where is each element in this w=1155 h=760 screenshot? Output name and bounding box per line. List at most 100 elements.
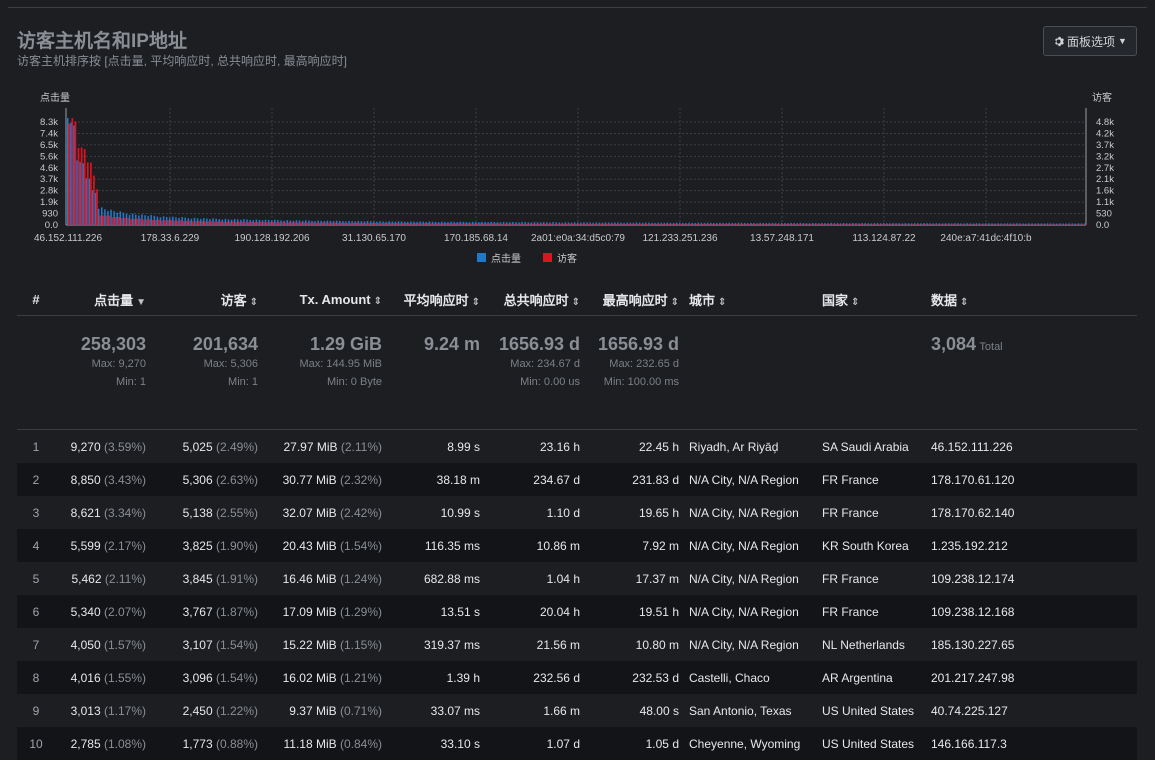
bar-hits xyxy=(147,216,149,225)
bar-hits xyxy=(382,221,384,225)
panel-options-button[interactable]: 面板选项 ▼ xyxy=(1043,26,1137,56)
bar-visitors xyxy=(124,218,126,225)
col-header-city[interactable]: 城市 ⇕ xyxy=(684,283,817,316)
bar-visitors xyxy=(133,218,135,225)
bar-hits xyxy=(988,223,990,225)
bar-hits xyxy=(1071,223,1074,225)
bar-hits xyxy=(521,221,523,225)
bar-visitors xyxy=(198,220,200,225)
row-max-time: 231.83 d xyxy=(585,463,684,496)
bar-visitors xyxy=(383,222,386,225)
table-row[interactable]: 2 8,850 (3.43%) 5,306 (2.63%) 30.77 MiB (2.… xyxy=(17,463,1137,496)
panel-options-label: 面板选项 xyxy=(1067,34,1116,49)
table-row[interactable]: 4 5,599 (2.17%) 3,825 (1.90%) 20.43 MiB (1.… xyxy=(17,529,1137,562)
bar-visitors xyxy=(494,223,497,225)
bar-visitors xyxy=(374,222,377,225)
bar-visitors xyxy=(562,223,565,225)
bar-hits xyxy=(373,221,375,225)
col-header-cum-time[interactable]: 总共响应时 ⇕ xyxy=(485,283,585,316)
bar-visitors xyxy=(275,222,278,225)
bar-hits xyxy=(858,223,860,225)
col-header-visitors[interactable]: 访客 ⇕ xyxy=(151,283,263,316)
table-row[interactable]: 8 4,016 (1.55%) 3,096 (1.54%) 16.02 MiB (1.… xyxy=(17,661,1137,694)
bar-visitors xyxy=(711,224,713,225)
bar-visitors xyxy=(995,224,998,225)
bar-hits xyxy=(308,220,310,225)
table-row[interactable]: 1 9,270 (3.59%) 5,025 (2.49%) 27.97 MiB (2.… xyxy=(17,430,1137,464)
bar-visitors xyxy=(210,221,213,225)
bar-visitors xyxy=(460,223,463,225)
table-header-row: # 点击量 ▼ 访客 ⇕ Tx. Amount ⇕ 平均响应时 ⇕ 总共响应时 ⇕ 最高响… xyxy=(17,283,1137,316)
bar-visitors xyxy=(729,224,732,225)
bar-visitors xyxy=(664,223,667,225)
table-row[interactable]: 7 4,050 (1.57%) 3,107 (1.54%) 15.22 MiB (1.… xyxy=(17,628,1137,661)
top-border xyxy=(8,7,1147,8)
bar-visitors xyxy=(96,189,98,225)
bar-hits xyxy=(233,218,236,225)
bar-visitors xyxy=(396,222,398,225)
bar-hits xyxy=(428,221,431,225)
bar-hits xyxy=(580,222,582,225)
bar-visitors xyxy=(402,223,404,225)
table-row[interactable]: 9 3,013 (1.17%) 2,450 (1.22%) 9.37 MiB (0.7… xyxy=(17,694,1137,727)
bar-visitors xyxy=(114,217,117,225)
bar-visitors xyxy=(899,224,902,225)
bar-hits xyxy=(125,213,128,225)
row-data: 46.152.111.226 xyxy=(931,439,1013,454)
left-tick-label: 3.7k xyxy=(40,174,58,185)
row-visitors: 5,306 (2.63%) xyxy=(151,463,263,496)
bar-hits xyxy=(237,219,239,225)
row-index: 2 xyxy=(17,463,55,496)
col-header-max-time[interactable]: 最高响应时 ⇕ xyxy=(585,283,684,316)
bar-hits xyxy=(666,222,669,225)
bar-visitors xyxy=(176,220,179,225)
bar-hits xyxy=(626,222,628,225)
row-city: N/A City, N/A Region xyxy=(689,505,799,520)
bar-visitors xyxy=(800,224,803,225)
bar-visitors xyxy=(164,220,166,225)
col-header-tx[interactable]: Tx. Amount ⇕ xyxy=(263,283,387,316)
table-row[interactable]: 6 5,340 (2.07%) 3,767 (1.87%) 17.09 MiB (1.… xyxy=(17,595,1137,628)
bar-visitors xyxy=(420,223,423,225)
bar-visitors xyxy=(992,224,995,225)
bar-visitors xyxy=(423,223,426,225)
bar-visitors xyxy=(1035,224,1038,225)
bar-visitors xyxy=(1014,224,1016,225)
col-header-avg-time[interactable]: 平均响应时 ⇕ xyxy=(387,283,485,316)
col-header-data[interactable]: 数据 ⇕ xyxy=(926,283,1137,316)
bar-hits xyxy=(935,223,938,225)
bar-hits xyxy=(895,223,897,225)
bar-hits xyxy=(403,221,406,225)
legend-item-visitors[interactable]: 访客 xyxy=(543,250,577,265)
col-header-country[interactable]: 国家 ⇕ xyxy=(817,283,926,316)
bar-hits xyxy=(645,222,647,225)
bar-visitors xyxy=(717,224,720,225)
summary-city xyxy=(684,315,817,430)
bar-hits xyxy=(178,217,180,225)
bar-visitors xyxy=(83,149,86,225)
bar-visitors xyxy=(229,221,231,225)
bar-hits xyxy=(706,222,709,225)
bar-hits xyxy=(1065,223,1067,225)
row-tx: 20.43 MiB (1.54%) xyxy=(263,529,387,562)
bar-hits xyxy=(264,219,267,225)
bar-visitors xyxy=(145,219,148,225)
row-city: N/A City, N/A Region xyxy=(684,529,817,562)
table-row[interactable]: 5 5,462 (2.11%) 3,845 (1.91%) 16.46 MiB (1.… xyxy=(17,562,1137,595)
col-header-hits[interactable]: 点击量 ▼ xyxy=(55,283,151,316)
bar-visitors xyxy=(695,223,698,225)
bar-hits xyxy=(181,217,183,225)
bar-hits xyxy=(478,222,480,225)
row-cum-time: 234.67 d xyxy=(485,463,585,496)
bar-visitors xyxy=(575,223,577,225)
row-avg-time: 33.10 s xyxy=(387,727,485,760)
bar-hits xyxy=(172,216,174,225)
legend-item-hits[interactable]: 点击量 xyxy=(477,250,521,265)
bar-visitors xyxy=(321,222,324,225)
table-row[interactable]: 10 2,785 (1.08%) 1,773 (0.88%) 11.18 MiB (0… xyxy=(17,727,1137,760)
bar-hits xyxy=(116,212,118,225)
bar-hits xyxy=(595,222,598,225)
row-tx: 16.02 MiB (1.21%) xyxy=(263,661,387,694)
table-row[interactable]: 3 8,621 (3.34%) 5,138 (2.55%) 32.07 MiB (2.… xyxy=(17,496,1137,529)
x-tick-label: 121.233.251.236 xyxy=(642,233,718,244)
